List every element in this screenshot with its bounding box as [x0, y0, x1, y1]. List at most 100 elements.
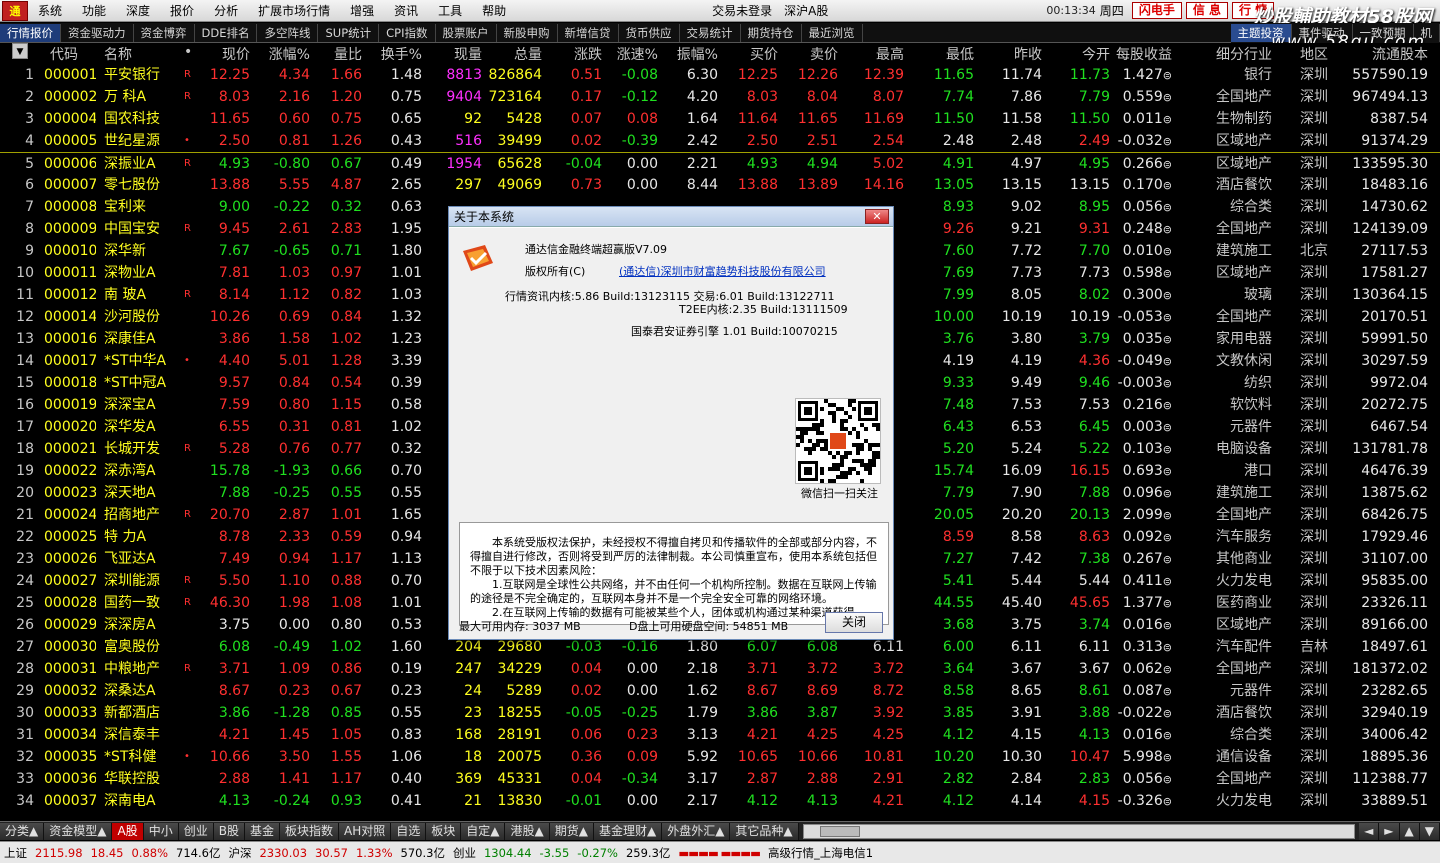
eps-detail-icon[interactable]: ⊜: [1163, 663, 1172, 676]
menu-item[interactable]: 工具: [428, 0, 472, 22]
menu-item[interactable]: 分析: [204, 0, 248, 22]
market-tab[interactable]: 外盘外汇▲: [662, 822, 731, 840]
tab-8[interactable]: 新股申购: [497, 23, 558, 42]
table-row[interactable]: 1 000001 平安银行 R 12.25 4.34 1.66 1.48 8813 826864 0…: [0, 64, 1440, 86]
market-tab[interactable]: 期货▲: [549, 822, 594, 840]
scroll-arrow-icon[interactable]: ▼: [1419, 822, 1440, 840]
tab-3[interactable]: DDE排名: [195, 23, 258, 42]
market-tab[interactable]: B股: [213, 822, 245, 840]
tab-2[interactable]: 资金博弈: [134, 23, 195, 42]
tab-7[interactable]: 股票账户: [436, 23, 497, 42]
eps-detail-icon[interactable]: ⊜: [1163, 377, 1172, 390]
column-header[interactable]: 每股收益: [1114, 44, 1172, 64]
eps-detail-icon[interactable]: ⊜: [1163, 223, 1172, 236]
market-tab[interactable]: AH对照: [338, 822, 392, 840]
company-link[interactable]: (通达信)深圳市财富趋势科技股份有限公司: [619, 263, 826, 279]
menu-item[interactable]: 功能: [72, 0, 116, 22]
table-row[interactable]: 6 000007 零七股份 13.88 5.55 4.87 2.65 297 49069 0.73…: [0, 174, 1440, 196]
scroll-arrow-icon[interactable]: ►: [1379, 822, 1400, 840]
eps-detail-icon[interactable]: ⊜: [1163, 575, 1172, 588]
eps-detail-icon[interactable]: ⊜: [1163, 333, 1172, 346]
eps-detail-icon[interactable]: ⊜: [1163, 597, 1172, 610]
column-header[interactable]: 名称: [104, 44, 174, 64]
eps-detail-icon[interactable]: ⊜: [1163, 465, 1172, 478]
eps-detail-icon[interactable]: ⊜: [1163, 421, 1172, 434]
eps-detail-icon[interactable]: ⊜: [1163, 751, 1172, 764]
eps-detail-icon[interactable]: ⊜: [1163, 135, 1172, 148]
eps-detail-icon[interactable]: ⊜: [1163, 553, 1172, 566]
eps-detail-icon[interactable]: ⊜: [1163, 158, 1172, 171]
close-button[interactable]: 关闭: [825, 612, 883, 633]
column-header[interactable]: 振幅%: [662, 44, 718, 64]
tab-5[interactable]: SUP统计: [318, 23, 380, 42]
market-tab[interactable]: 板块: [426, 822, 462, 840]
column-header[interactable]: 涨幅%: [252, 44, 310, 64]
column-menu-icon[interactable]: ▼: [12, 43, 28, 59]
column-header[interactable]: 地区: [1294, 44, 1328, 64]
tab-6[interactable]: CPI指数: [379, 23, 436, 42]
column-header[interactable]: 代码: [50, 44, 102, 64]
eps-detail-icon[interactable]: ⊜: [1163, 69, 1172, 82]
table-row[interactable]: 33 000036 华联控股 2.88 1.41 1.17 0.40 369 45331 0.04…: [0, 768, 1440, 790]
column-header[interactable]: 量比: [314, 44, 362, 64]
menu-item[interactable]: 扩展市场行情: [248, 0, 340, 22]
column-header[interactable]: 总量: [484, 44, 542, 64]
market-tab[interactable]: 自定▲: [461, 822, 506, 840]
eps-detail-icon[interactable]: ⊜: [1163, 509, 1172, 522]
eps-detail-icon[interactable]: ⊜: [1163, 729, 1172, 742]
eps-detail-icon[interactable]: ⊜: [1163, 399, 1172, 412]
market-tab[interactable]: 创业: [178, 822, 214, 840]
column-header[interactable]: 买价: [720, 44, 778, 64]
menu-item[interactable]: 报价: [160, 0, 204, 22]
table-row[interactable]: 4 000005 世纪星源 • 2.50 0.81 1.26 0.43 516 39499 0.02…: [0, 130, 1440, 152]
column-header[interactable]: •: [184, 44, 204, 60]
eps-detail-icon[interactable]: ⊜: [1163, 289, 1172, 302]
column-header[interactable]: 昨收: [980, 44, 1042, 64]
column-header[interactable]: 流通股本: [1344, 44, 1428, 64]
market-tab[interactable]: 基金理财▲: [593, 822, 663, 840]
market-tab[interactable]: 分类▲: [0, 822, 45, 840]
column-header[interactable]: 卖价: [780, 44, 838, 64]
scroll-arrow-icon[interactable]: ▲: [1399, 822, 1420, 840]
eps-detail-icon[interactable]: ⊜: [1163, 531, 1172, 544]
table-row[interactable]: 28 000031 中粮地产 R 3.71 1.09 0.86 0.19 247 34229 0.0…: [0, 658, 1440, 680]
tab-9[interactable]: 新增信贷: [558, 23, 619, 42]
header-button[interactable]: 闪电手: [1131, 2, 1182, 19]
eps-detail-icon[interactable]: ⊜: [1163, 487, 1172, 500]
column-header[interactable]: 换手%: [366, 44, 422, 64]
scroll-arrow-icon[interactable]: ◄: [1359, 822, 1380, 840]
eps-detail-icon[interactable]: ⊜: [1163, 619, 1172, 632]
market-tab[interactable]: 资金模型▲: [44, 822, 113, 840]
tab-10[interactable]: 货币供应: [619, 23, 680, 42]
market-tab[interactable]: 自选: [391, 822, 427, 840]
market-tab[interactable]: 港股▲: [505, 822, 550, 840]
header-button[interactable]: 信 息: [1185, 2, 1229, 19]
column-header[interactable]: 涨速%: [604, 44, 658, 64]
tab-4[interactable]: 多空阵线: [257, 23, 319, 42]
market-tab[interactable]: 板块指数: [279, 822, 339, 840]
column-header[interactable]: 最高: [846, 44, 904, 64]
eps-detail-icon[interactable]: ⊜: [1163, 685, 1172, 698]
column-header[interactable]: 今开: [1046, 44, 1110, 64]
tab-12[interactable]: 期货持仓: [741, 23, 802, 42]
eps-detail-icon[interactable]: ⊜: [1163, 443, 1172, 456]
table-row[interactable]: 2 000002 万 科A R 8.03 2.16 1.20 0.75 9404 723164 0.…: [0, 86, 1440, 108]
dialog-close-icon[interactable]: ✕: [865, 209, 889, 224]
market-tab[interactable]: A股: [112, 822, 144, 840]
menu-item[interactable]: 帮助: [472, 0, 516, 22]
tab-1[interactable]: 资金驱动力: [61, 23, 134, 42]
column-header[interactable]: 细分行业: [1204, 44, 1272, 64]
eps-detail-icon[interactable]: ⊜: [1163, 311, 1172, 324]
eps-detail-icon[interactable]: ⊜: [1163, 245, 1172, 258]
table-row[interactable]: 32 000035 *ST科健 • 10.66 3.50 1.55 1.06 18 20075 0.…: [0, 746, 1440, 768]
table-row[interactable]: 30 000033 新都酒店 3.86 -1.28 0.85 0.55 23 18255 -0.0…: [0, 702, 1440, 724]
table-row[interactable]: 3 000004 国农科技 11.65 0.60 0.75 0.65 92 5428 0.07 0.…: [0, 108, 1440, 130]
table-row[interactable]: 29 000032 深桑达A 8.67 0.23 0.67 0.23 24 5289 0.02 0.…: [0, 680, 1440, 702]
tab-11[interactable]: 交易统计: [680, 23, 741, 42]
eps-detail-icon[interactable]: ⊜: [1163, 641, 1172, 654]
menu-item[interactable]: 系统: [28, 0, 72, 22]
eps-detail-icon[interactable]: ⊜: [1163, 773, 1172, 786]
market-tab[interactable]: 中小: [143, 822, 179, 840]
eps-detail-icon[interactable]: ⊜: [1163, 795, 1172, 808]
eps-detail-icon[interactable]: ⊜: [1163, 91, 1172, 104]
